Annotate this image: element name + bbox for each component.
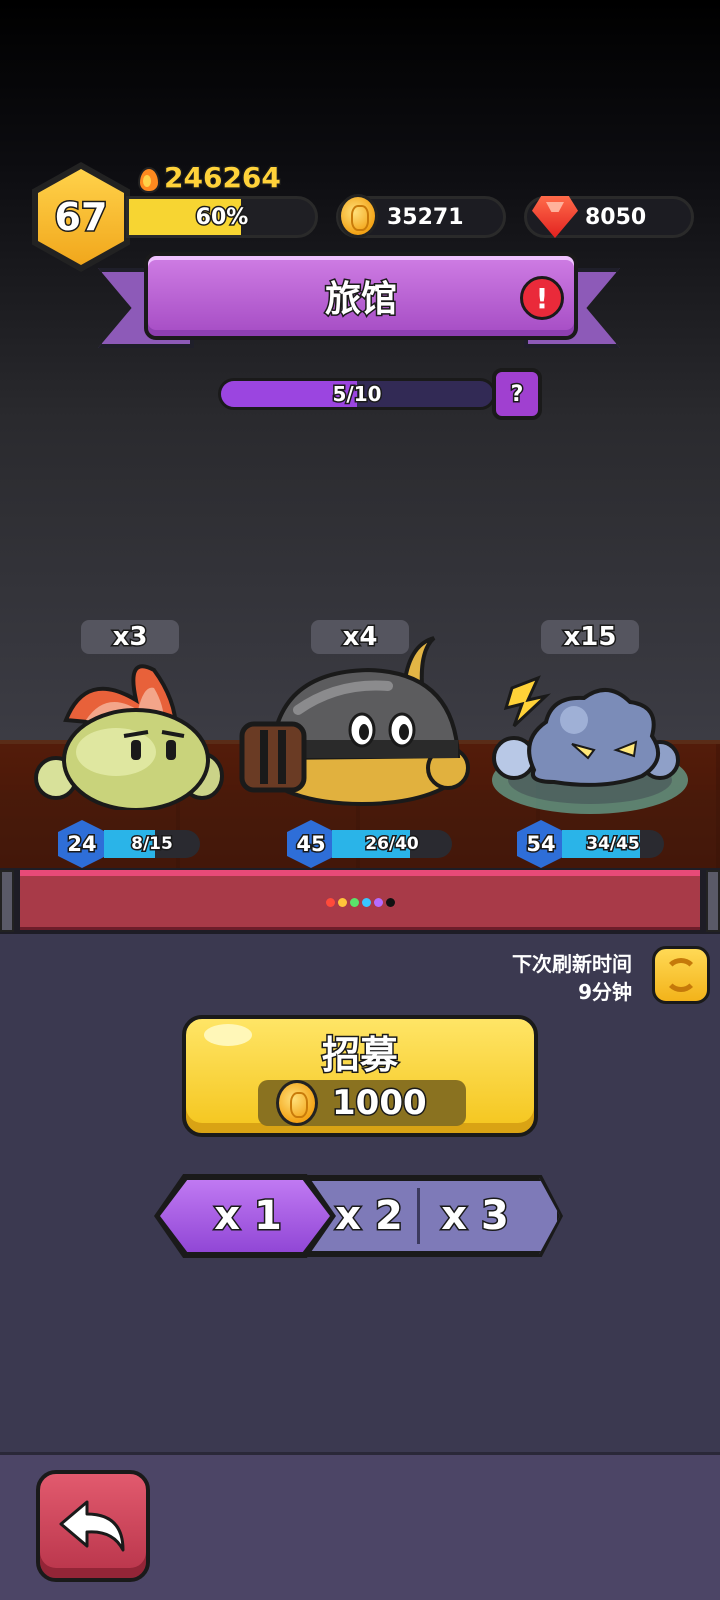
xp-percent: 60% (194, 203, 250, 231)
storm-cloud-monster[interactable] (484, 670, 694, 820)
coin-icon (338, 194, 378, 238)
page-dot (386, 898, 395, 907)
recruit-cost-value: 1000 (331, 1082, 429, 1125)
flame-slime-monster[interactable] (26, 660, 230, 810)
monster-hp-bar: 34/45 (562, 830, 664, 858)
coin-icon (276, 1080, 318, 1126)
multiplier-option-3[interactable]: x 3 (428, 1182, 522, 1250)
page-dot (338, 898, 347, 907)
tavern-progress-bar: 5/10 (218, 378, 496, 410)
counter-post-left (0, 870, 14, 932)
refresh-timer: 下次刷新时间 9分钟 (512, 950, 632, 1006)
multiplier-divider (417, 1188, 420, 1244)
multiplier-option-1[interactable]: x 1 (188, 1182, 308, 1250)
hp-label: 34/45 (585, 833, 642, 856)
refresh-time: 9分钟 (578, 980, 632, 1004)
monster-count: x3 (81, 620, 179, 654)
hp-label: 26/40 (364, 833, 421, 856)
refresh-button[interactable] (652, 946, 710, 1004)
back-arrow-icon (59, 1500, 125, 1552)
multiplier-option-2[interactable]: x 2 (324, 1182, 414, 1250)
hp-label: 8/15 (130, 833, 175, 856)
power-value: 246264 (163, 159, 283, 195)
gem-value: 8050 (585, 204, 647, 230)
back-button[interactable] (36, 1470, 150, 1582)
page-indicator-dots (326, 898, 395, 907)
counter-post-right (706, 870, 720, 932)
monster-count: x15 (541, 620, 639, 654)
refresh-icon (664, 958, 698, 992)
page-dot (350, 898, 359, 907)
fire-icon (136, 163, 160, 193)
title-banner: 旅馆 (144, 252, 578, 340)
monster-hp-bar: 26/40 (332, 830, 452, 858)
progress-label: 5/10 (331, 381, 383, 407)
xp-bar: 60% (126, 196, 318, 238)
page-title: 旅馆 (323, 278, 398, 322)
help-button[interactable]: ? (492, 368, 542, 420)
gold-value: 35271 (387, 204, 464, 230)
monster-hp-bar: 8/15 (104, 830, 200, 858)
page-dot (326, 898, 335, 907)
alert-icon[interactable]: ! (520, 276, 564, 320)
question-icon: ? (509, 380, 525, 408)
helmet-slime-monster[interactable] (238, 630, 478, 810)
page-dot (374, 898, 383, 907)
page-dot (362, 898, 371, 907)
power-display: 246264 (136, 159, 283, 195)
refresh-label: 下次刷新时间 (512, 952, 632, 976)
recruit-label: 招募 (320, 1032, 399, 1079)
